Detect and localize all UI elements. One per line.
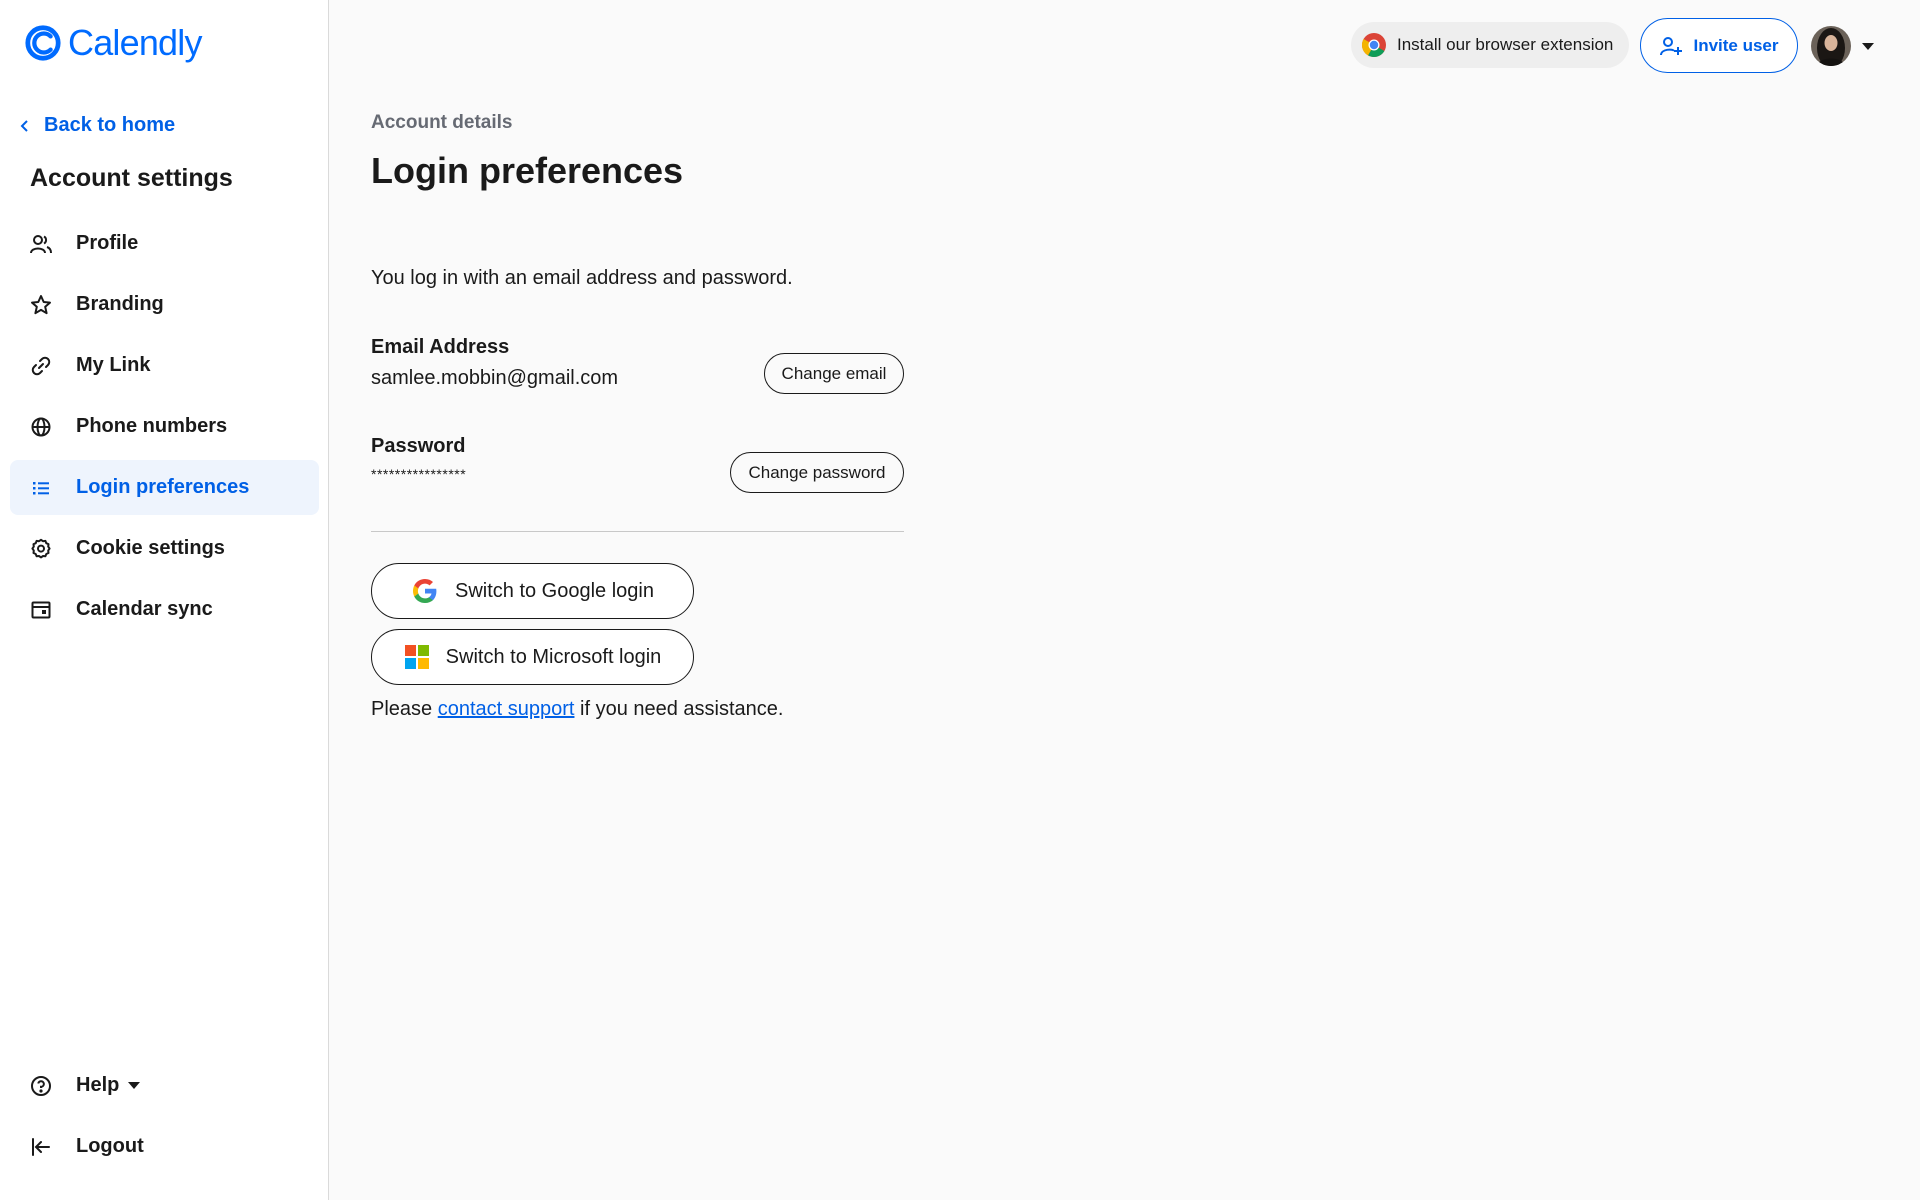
- switch-to-microsoft-label: Switch to Microsoft login: [445, 645, 662, 668]
- sidebar-bottom-nav: Help Logout: [10, 1058, 319, 1180]
- login-method-description: You log in with an email address and pas…: [371, 267, 793, 289]
- support-text-after: if you need assistance.: [574, 698, 784, 720]
- install-extension-label: Install our browser extension: [1397, 35, 1614, 54]
- settings-nav: Profile Branding My Link Phone numbers L…: [10, 216, 319, 643]
- sidebar-item-label: My Link: [76, 354, 151, 376]
- change-email-button[interactable]: Change email: [764, 353, 904, 394]
- sidebar-item-help[interactable]: Help: [10, 1058, 319, 1113]
- sidebar-item-label: Help: [76, 1074, 120, 1096]
- calendar-icon: [30, 599, 52, 621]
- sidebar: Calendly Back to home Account settings P…: [0, 0, 329, 1200]
- google-icon: [411, 577, 439, 605]
- switch-to-google-button[interactable]: Switch to Google login: [371, 563, 694, 619]
- logout-icon: [30, 1136, 52, 1158]
- back-to-home-link[interactable]: Back to home: [18, 114, 175, 137]
- logo-text: Calendly: [68, 22, 202, 63]
- help-circle-icon: [30, 1075, 52, 1097]
- password-label: Password: [371, 435, 466, 457]
- star-icon: [30, 294, 52, 316]
- contact-support-link[interactable]: contact support: [438, 698, 575, 720]
- gear-icon: [30, 538, 52, 560]
- divider: [371, 531, 904, 532]
- switch-to-microsoft-button[interactable]: Switch to Microsoft login: [371, 629, 694, 685]
- calendly-logo-icon: [25, 25, 61, 61]
- account-menu-chevron-down-icon[interactable]: [1862, 43, 1874, 50]
- sidebar-item-label: Branding: [76, 293, 164, 315]
- sidebar-item-my-link[interactable]: My Link: [10, 338, 319, 393]
- chevron-left-icon: [20, 119, 28, 132]
- switch-to-google-label: Switch to Google login: [454, 579, 654, 602]
- invite-user-label: Invite user: [1693, 35, 1779, 55]
- change-password-button[interactable]: Change password: [730, 452, 904, 493]
- password-value: ****************: [371, 466, 467, 482]
- back-to-home-label: Back to home: [44, 114, 176, 136]
- sidebar-item-label: Calendar sync: [76, 598, 213, 620]
- sidebar-item-branding[interactable]: Branding: [10, 277, 319, 332]
- avatar[interactable]: [1811, 26, 1851, 66]
- add-user-icon: [1660, 36, 1683, 55]
- section-title: Account settings: [30, 164, 233, 192]
- email-value: samlee.mobbin@gmail.com: [371, 367, 619, 389]
- invite-user-button[interactable]: Invite user: [1640, 18, 1798, 73]
- link-icon: [30, 355, 52, 377]
- users-icon: [30, 233, 52, 255]
- calendly-logo[interactable]: Calendly: [24, 22, 202, 64]
- sidebar-item-login-preferences[interactable]: Login preferences: [10, 460, 319, 515]
- breadcrumb: Account details: [371, 112, 513, 133]
- globe-icon: [30, 416, 52, 438]
- list-icon: [30, 477, 52, 499]
- sidebar-item-label: Logout: [76, 1135, 144, 1157]
- sidebar-item-label: Cookie settings: [76, 537, 225, 559]
- page-title: Login preferences: [371, 150, 684, 191]
- microsoft-icon: [404, 644, 430, 670]
- sidebar-item-label: Login preferences: [76, 476, 250, 498]
- sidebar-item-phone-numbers[interactable]: Phone numbers: [10, 399, 319, 454]
- sidebar-item-label: Phone numbers: [76, 415, 228, 437]
- sidebar-item-logout[interactable]: Logout: [10, 1119, 319, 1174]
- install-extension-button[interactable]: Install our browser extension: [1351, 22, 1629, 68]
- support-message: Please contact support if you need assis…: [371, 698, 783, 721]
- sidebar-item-profile[interactable]: Profile: [10, 216, 319, 271]
- sidebar-item-label: Profile: [76, 232, 139, 254]
- support-text-before: Please: [371, 698, 438, 720]
- sidebar-item-calendar-sync[interactable]: Calendar sync: [10, 582, 319, 637]
- avatar-image: [1811, 26, 1851, 66]
- chevron-down-icon: [128, 1082, 141, 1089]
- email-label: Email Address: [371, 336, 510, 358]
- sidebar-item-cookie-settings[interactable]: Cookie settings: [10, 521, 319, 576]
- chrome-icon: [1361, 33, 1386, 58]
